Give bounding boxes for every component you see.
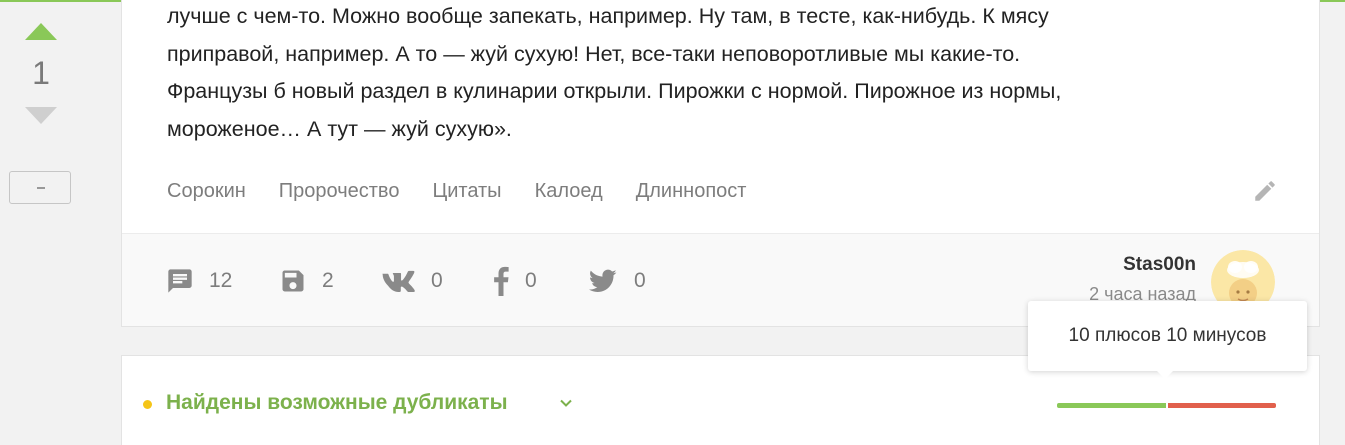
facebook-share-button[interactable]: 0 <box>492 234 537 327</box>
duplicates-toggle[interactable]: Найдены возможные дубликаты <box>166 391 508 415</box>
chevron-down-icon[interactable] <box>559 396 573 410</box>
save-button[interactable]: 2 <box>279 234 334 327</box>
ratio-plus-segment <box>1057 403 1166 408</box>
tag-link[interactable]: Пророчество <box>279 180 400 203</box>
ratio-minus-segment <box>1167 403 1276 408</box>
rating-ratio-bar[interactable] <box>1057 403 1276 408</box>
story-text-line: приправой, например. А то — жуй сухую! Н… <box>167 41 1021 66</box>
rating-column: 1 <box>0 0 82 445</box>
edit-pencil-icon[interactable] <box>1252 178 1278 204</box>
saves-count: 2 <box>322 268 334 292</box>
twitter-share-button[interactable]: 0 <box>587 234 646 327</box>
facebook-count: 0 <box>525 268 537 292</box>
story-text-line: Французы б новый раздел в кулинарии откр… <box>167 79 1062 103</box>
tag-link[interactable]: Калоед <box>535 180 603 203</box>
downvote-arrow-icon[interactable] <box>25 107 57 124</box>
story-text-line: лучше с чем-то. Можно вообще запекать, н… <box>167 4 1049 28</box>
vk-share-button[interactable]: 0 <box>380 234 443 327</box>
tag-link[interactable]: Сорокин <box>167 180 246 203</box>
facebook-icon <box>494 266 509 296</box>
rating-value: 1 <box>32 55 50 91</box>
story-text: лучше с чем-то. Можно вообще запекать, н… <box>167 0 1247 148</box>
collapse-button[interactable] <box>9 171 71 204</box>
twitter-icon <box>588 269 617 292</box>
story-text-line: мороженое… А тут — жуй сухую». <box>167 116 512 141</box>
tooltip-caret <box>1156 370 1174 379</box>
tag-link[interactable]: Длиннопост <box>636 180 747 203</box>
comments-button[interactable]: 12 <box>166 234 232 327</box>
story-card: лучше с чем-то. Можно вообще запекать, н… <box>121 0 1320 327</box>
save-icon <box>282 270 304 291</box>
comments-count: 12 <box>209 268 233 292</box>
tag-list: Сорокин Пророчество Цитаты Калоед Длинно… <box>167 176 779 206</box>
vk-icon <box>382 270 415 292</box>
comment-icon <box>168 268 192 293</box>
vk-count: 0 <box>431 268 443 292</box>
minus-icon <box>37 187 45 189</box>
tag-link[interactable]: Цитаты <box>432 180 501 203</box>
twitter-count: 0 <box>634 268 646 292</box>
upvote-arrow-icon[interactable] <box>25 23 57 40</box>
status-dot <box>143 400 152 409</box>
rating-tooltip: 10 плюсов 10 минусов <box>1028 301 1307 371</box>
author-name[interactable]: Stas00n <box>1123 254 1196 276</box>
